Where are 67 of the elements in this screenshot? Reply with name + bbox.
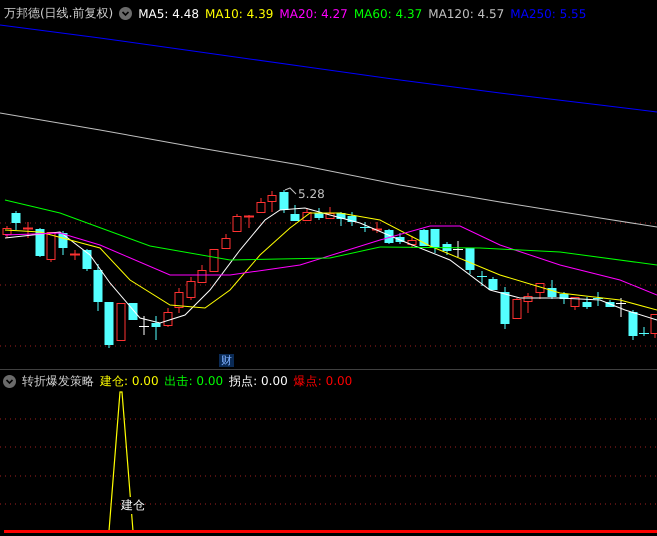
candlestick [94,264,102,312]
candlestick [476,270,488,286]
chart-title: 万邦德(日线.前复权) [4,5,114,22]
candlestick [152,316,160,340]
candlestick [222,234,230,250]
candlestick [512,298,522,320]
candlestick [36,228,44,258]
candlestick [210,248,218,272]
candlestick [452,240,464,258]
dropdown-icon[interactable] [119,7,132,20]
candlestick [488,276,498,290]
candlestick [128,302,138,320]
candlestick [314,208,324,220]
candlestick [302,208,312,222]
candlestick [290,204,300,222]
candlestick [244,214,254,228]
candlestick [336,212,346,226]
candlestick [570,296,580,310]
candlestick [524,292,532,314]
candlestick [466,248,474,274]
candlestick [348,212,356,226]
candlestick [372,222,382,234]
event-marker[interactable]: 财 [219,354,234,367]
price-annotation: 5.28 [298,187,325,201]
candlestick [198,264,206,284]
ma-legend-value: MA120: 4.57 [428,6,504,20]
candlestick [186,276,196,300]
candlestick [500,286,510,330]
ma-legend-value: MA20: 4.27 [279,6,348,20]
candlestick [70,250,80,260]
candlestick [408,236,416,248]
candlestick [82,248,92,272]
candlestick [164,308,172,328]
candlestick [46,232,56,262]
candlestick [420,228,428,246]
candlestick [23,222,33,238]
ma-legend-value: MA60: 4.37 [354,6,422,20]
indicator-value: 建仓: 0.00 [100,373,159,390]
candlestick [232,214,242,232]
candlestick [280,190,288,214]
candlestick [548,280,556,300]
candlestick [268,190,276,212]
candlestick [560,292,568,304]
candlestick [58,230,68,256]
leader-line [284,187,296,194]
indicator-value: 爆点: 0.00 [294,373,352,390]
candlestick [360,222,370,232]
candlestick [116,302,126,342]
candlestick [174,288,184,314]
candlestick [104,302,114,348]
dropdown-icon[interactable] [3,375,16,388]
indicator-value: 出击: 0.00 [164,373,224,390]
candlestick [138,316,150,336]
indicator-title: 转折爆发策略 [22,373,94,390]
candlestick [256,198,266,214]
candlestick [430,228,440,254]
candlestick [536,282,544,300]
candlestick [592,292,604,306]
ma-legend-value: MA5: 4.48 [138,6,199,20]
candlestick [582,296,592,310]
ma-legend-value: MA10: 4.39 [204,6,274,20]
candlestick [396,232,404,244]
candlestick [326,206,334,220]
candlestick [442,242,452,256]
indicator-value: 拐点: 0.00 [229,373,288,390]
signal-label: 建仓 [121,497,145,514]
ma-legend-value: MA250: 5.55 [510,6,586,20]
